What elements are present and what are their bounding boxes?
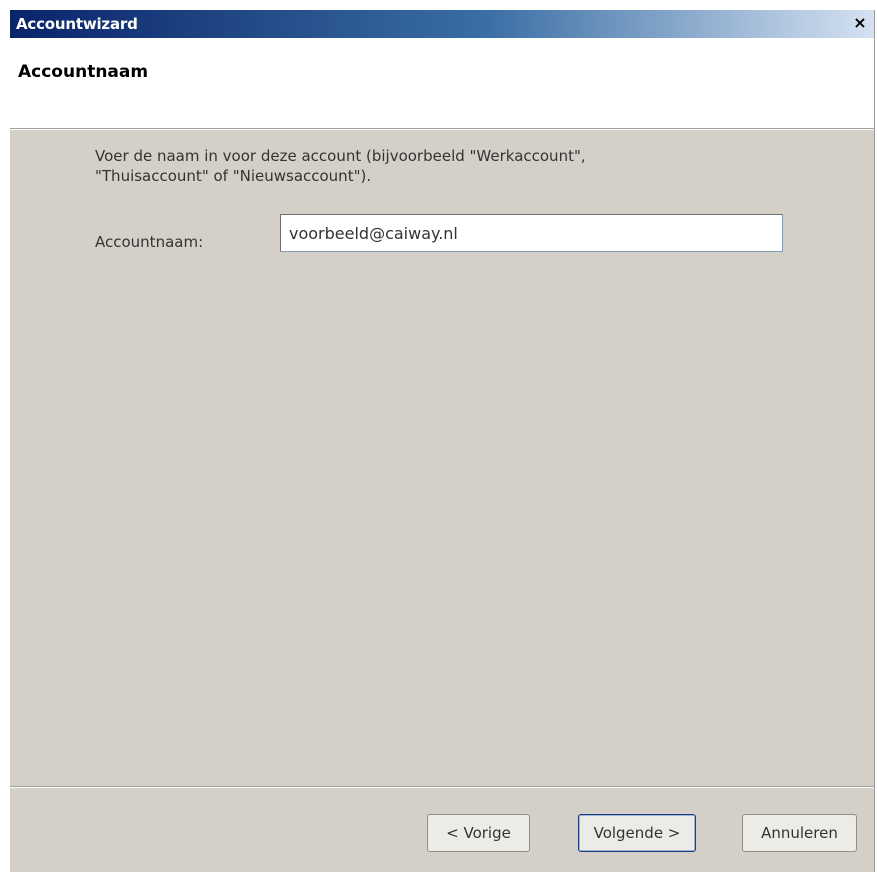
next-button[interactable]: Volgende >	[578, 814, 696, 852]
account-name-label: Accountnaam:	[95, 233, 204, 251]
page-title: Accountnaam	[18, 62, 149, 82]
title-bar[interactable]: Accountwizard ×	[10, 10, 874, 38]
window-title: Accountwizard	[16, 15, 138, 33]
account-name-input[interactable]	[280, 214, 783, 252]
cancel-button[interactable]: Annuleren	[742, 814, 857, 852]
wizard-header: Accountnaam	[10, 38, 874, 129]
instruction-text: Voer de naam in voor deze account (bijvo…	[95, 146, 735, 186]
instruction-line-2: "Thuisaccount" of "Nieuwsaccount").	[95, 167, 372, 185]
footer-divider	[10, 786, 874, 788]
account-wizard-dialog: Accountwizard × Accountnaam < Vorige Vol…	[10, 10, 875, 872]
close-icon[interactable]: ×	[851, 15, 869, 31]
previous-button[interactable]: < Vorige	[427, 814, 530, 852]
instruction-line-1: Voer de naam in voor deze account (bijvo…	[95, 147, 586, 165]
